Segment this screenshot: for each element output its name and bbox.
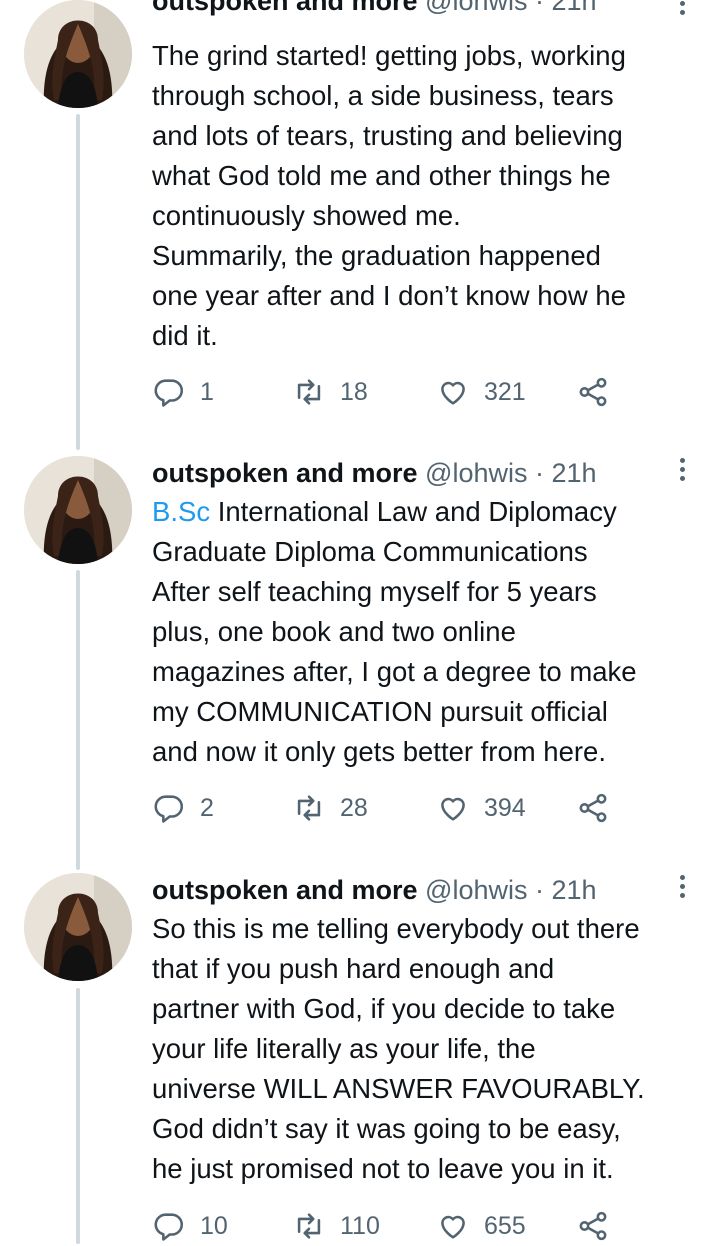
tweet-header: outspoken and more @lohwis · 21h [152,873,690,907]
more-options-icon[interactable] [678,875,686,899]
tweet-text: B.Sc International Law and Diplomacy Gra… [152,492,700,772]
reply-icon [154,795,184,823]
tweet-header: outspoken and more @lohwis · 21h [152,456,690,490]
like-count: 655 [484,1211,526,1240]
user-handle[interactable]: @lohwis [425,875,527,905]
user-handle[interactable]: @lohwis [425,0,527,16]
heart-icon [441,797,465,821]
tweet[interactable]: outspoken and more @lohwis · 21h The gri… [0,0,720,420]
avatar[interactable] [24,0,132,108]
profile-photo-icon [24,456,132,564]
display-name[interactable]: outspoken and more [152,0,418,16]
more-options-icon[interactable] [678,0,686,16]
share-icon [579,1211,607,1241]
hashtag-link[interactable]: B.Sc [152,496,210,527]
timestamp[interactable]: 21h [552,0,597,16]
reply-count: 1 [200,377,214,406]
separator: · [535,875,544,905]
heart-icon [441,1215,465,1239]
retweet-icon [297,1213,321,1239]
tweet-text: The grind started! getting jobs, working… [152,40,626,351]
timestamp[interactable]: 21h [552,875,597,905]
reply-count: 10 [200,1211,228,1240]
tweet[interactable]: outspoken and more @lohwis · 21h B.Sc In… [0,456,720,856]
share-button[interactable] [576,788,624,828]
tweet-actions: 2 28 394 [152,788,632,828]
share-button[interactable] [576,372,624,412]
retweet-button[interactable]: 18 [292,372,368,412]
like-button[interactable]: 394 [436,788,526,828]
reply-button[interactable]: 10 [152,1206,228,1246]
retweet-count: 28 [340,793,368,822]
reply-button[interactable]: 1 [152,372,214,412]
retweet-button[interactable]: 110 [292,1206,380,1246]
timestamp[interactable]: 21h [552,458,597,488]
heart-icon [441,381,465,405]
like-count: 394 [484,793,526,822]
tweet-actions: 10 110 655 [152,1206,632,1246]
retweet-icon [297,379,321,405]
tweet-header: outspoken and more @lohwis · 21h [152,0,690,18]
profile-photo-icon [24,873,132,981]
display-name[interactable]: outspoken and more [152,875,418,905]
separator: · [535,0,544,16]
retweet-icon [297,795,321,821]
tweet[interactable]: outspoken and more @lohwis · 21h So this… [0,873,720,1244]
retweet-count: 18 [340,377,368,406]
reply-icon [154,379,184,407]
tweet-text-content: International Law and Diplomacy Graduate… [152,496,637,767]
like-count: 321 [484,377,526,406]
avatar[interactable] [24,873,132,981]
retweet-count: 110 [340,1211,380,1240]
like-button[interactable]: 655 [436,1206,526,1246]
avatar[interactable] [24,456,132,564]
tweet-text: So this is me telling everybody out ther… [152,913,645,1184]
user-handle[interactable]: @lohwis [425,458,527,488]
reply-icon [154,1213,184,1241]
separator: · [535,458,544,488]
profile-photo-icon [24,0,132,108]
share-icon [579,377,607,407]
reply-count: 2 [200,793,214,822]
share-icon [579,793,607,823]
retweet-button[interactable]: 28 [292,788,368,828]
tweet-actions: 1 18 321 [152,372,632,412]
share-button[interactable] [576,1206,624,1246]
reply-button[interactable]: 2 [152,788,214,828]
like-button[interactable]: 321 [436,372,526,412]
display-name[interactable]: outspoken and more [152,458,418,488]
more-options-icon[interactable] [678,458,686,482]
